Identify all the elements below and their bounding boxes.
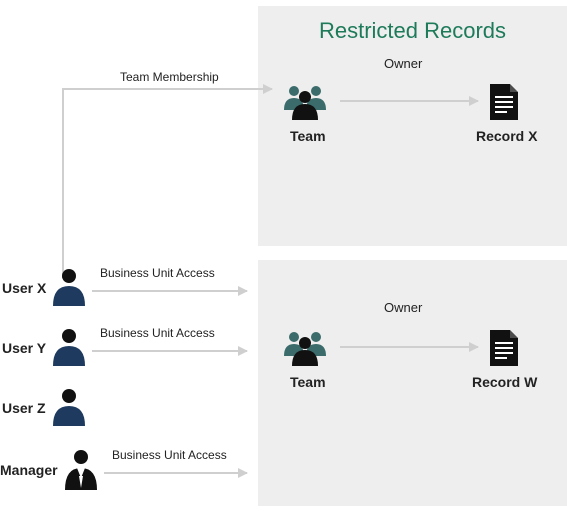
record-x-label: Record X — [476, 128, 537, 144]
user-z-label: User Z — [2, 400, 46, 416]
manager-access-label: Business Unit Access — [112, 448, 227, 462]
record-icon — [488, 82, 520, 127]
team-icon — [280, 80, 330, 129]
owner-label-bottom: Owner — [384, 300, 422, 315]
arrow-membership — [62, 88, 272, 90]
arrow-team-to-record-w — [340, 346, 478, 348]
arrow-user-y-access — [92, 350, 247, 352]
manager-label: Manager — [0, 462, 58, 478]
record-icon — [488, 328, 520, 373]
owner-label-top: Owner — [384, 56, 422, 71]
page-title: Restricted Records — [258, 18, 567, 44]
arrow-manager-access — [104, 472, 247, 474]
manager-icon — [62, 448, 100, 497]
membership-vline — [62, 88, 64, 278]
team-membership-label: Team Membership — [120, 70, 219, 84]
user-icon — [50, 266, 88, 313]
user-y-access-label: Business Unit Access — [100, 326, 215, 340]
user-y-label: User Y — [2, 340, 46, 356]
user-icon — [50, 386, 88, 433]
arrow-team-to-record-x — [340, 100, 478, 102]
arrow-user-x-access — [92, 290, 247, 292]
team-label-bottom: Team — [290, 374, 326, 390]
user-x-access-label: Business Unit Access — [100, 266, 215, 280]
team-icon — [280, 326, 330, 375]
team-label-top: Team — [290, 128, 326, 144]
user-icon — [50, 326, 88, 373]
record-w-label: Record W — [472, 374, 537, 390]
user-x-label: User X — [2, 280, 46, 296]
